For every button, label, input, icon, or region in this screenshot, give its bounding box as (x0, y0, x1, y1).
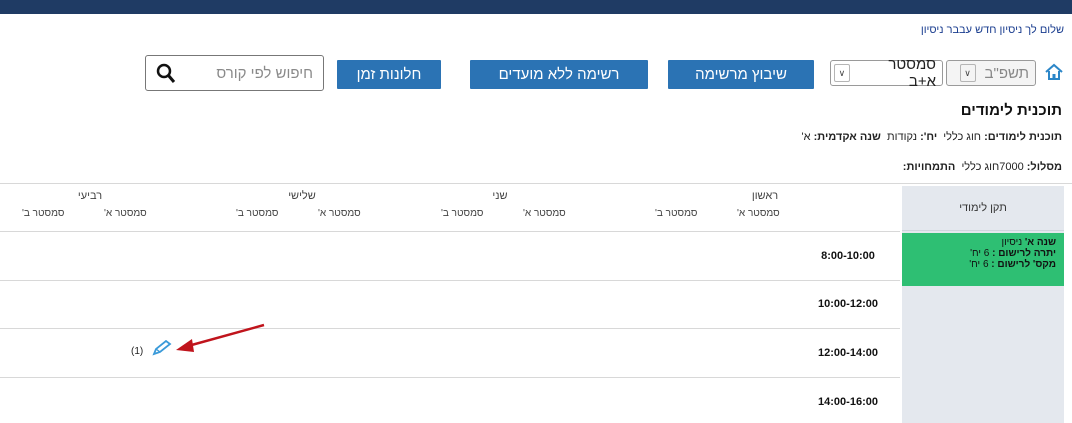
row-divider (0, 280, 900, 281)
time-slot: 10:00-12:00 (818, 298, 878, 310)
search-icon[interactable] (156, 63, 176, 85)
academic-year-value: א' (801, 131, 811, 143)
units-label: יח': (920, 131, 938, 143)
annotation-arrow (176, 323, 265, 352)
time-slot: 12:00-14:00 (818, 347, 878, 359)
track-value: 7000חוג כללי (961, 161, 1024, 173)
placement-from-list-button[interactable]: שיבוץ מרשימה (668, 60, 814, 89)
day-header-sunday: ראשון (751, 190, 779, 202)
timetable-top-border (0, 183, 1072, 184)
page-title: תוכנית לימודים (960, 102, 1062, 119)
specialization-label: התמחויות: (902, 161, 956, 173)
wednesday-sem-b: סמסטר ב' (22, 208, 65, 219)
top-bar (0, 0, 1072, 14)
quota-year-label: שנה א' (1024, 237, 1056, 248)
quota-max-label: מקס' לרישום : (991, 259, 1056, 270)
sunday-sem-a: סמסטר א' (737, 208, 780, 219)
semester-select[interactable]: סמסטר א+ב ∨ (830, 56, 943, 90)
row-divider (0, 328, 900, 329)
time-windows-button[interactable]: חלונות זמן (337, 60, 441, 89)
year-select-value: תשפ"ב (984, 64, 1029, 82)
tuesday-sem-b: סמסטר ב' (236, 208, 279, 219)
program-info-line: תוכנית לימודים: חוג כללי יח': נקודות שנה… (802, 131, 1062, 143)
quota-balance-label: יתרה לרישום : (992, 248, 1056, 259)
day-header-monday: שני (492, 190, 508, 202)
row-divider (0, 231, 900, 232)
monday-sem-b: סמסטר ב' (441, 208, 484, 219)
chevron-down-icon: ∨ (834, 64, 850, 82)
monday-sem-a: סמסטר א' (523, 208, 566, 219)
greeting-text: שלום לך ניסיון חדש עבבר ניסיון (920, 24, 1064, 36)
search-input[interactable]: חיפוש לפי קורס (216, 65, 313, 82)
wednesday-sem-a: סמסטר א' (104, 208, 147, 219)
tuesday-sem-a: סמסטר א' (318, 208, 361, 219)
quota-max-value: 6 יח' (969, 259, 989, 270)
plan-label: תוכנית לימודים: (984, 131, 1062, 143)
time-slot: 8:00-10:00 (821, 250, 875, 262)
quota-balance-value: 6 יח' (970, 248, 990, 259)
day-header-wednesday: רביעי (77, 190, 103, 202)
cell-course-count: (1) (131, 346, 144, 357)
quota-year-value: ניסיון (1001, 237, 1023, 248)
academic-year-label: שנה אקדמית: (813, 131, 881, 143)
time-slot: 14:00-16:00 (818, 396, 878, 408)
quota-box: שנה א' ניסיון יתרה לרישום : 6 יח' מקס' ל… (902, 233, 1064, 286)
list-without-dates-button[interactable]: רשימה ללא מועדים (470, 60, 648, 89)
chevron-down-icon: ∨ (959, 64, 976, 82)
units-value: נקודות (887, 131, 917, 143)
track-info-line: מסלול: 7000חוג כללי התמחויות: (903, 161, 1062, 173)
course-search[interactable]: חיפוש לפי קורס (145, 55, 324, 91)
track-label: מסלול: (1026, 161, 1062, 173)
year-select[interactable]: תשפ"ב ∨ (946, 60, 1036, 86)
sunday-sem-b: סמסטר ב' (655, 208, 698, 219)
sidebar-header: תקן לימודי (902, 186, 1064, 231)
home-icon[interactable] (1044, 62, 1064, 82)
day-header-tuesday: שלישי (288, 190, 316, 202)
row-divider (0, 377, 900, 378)
semester-select-value: סמסטר א+ב (888, 56, 936, 90)
plan-value: חוג כללי (943, 131, 982, 143)
pencil-icon[interactable] (151, 340, 173, 356)
